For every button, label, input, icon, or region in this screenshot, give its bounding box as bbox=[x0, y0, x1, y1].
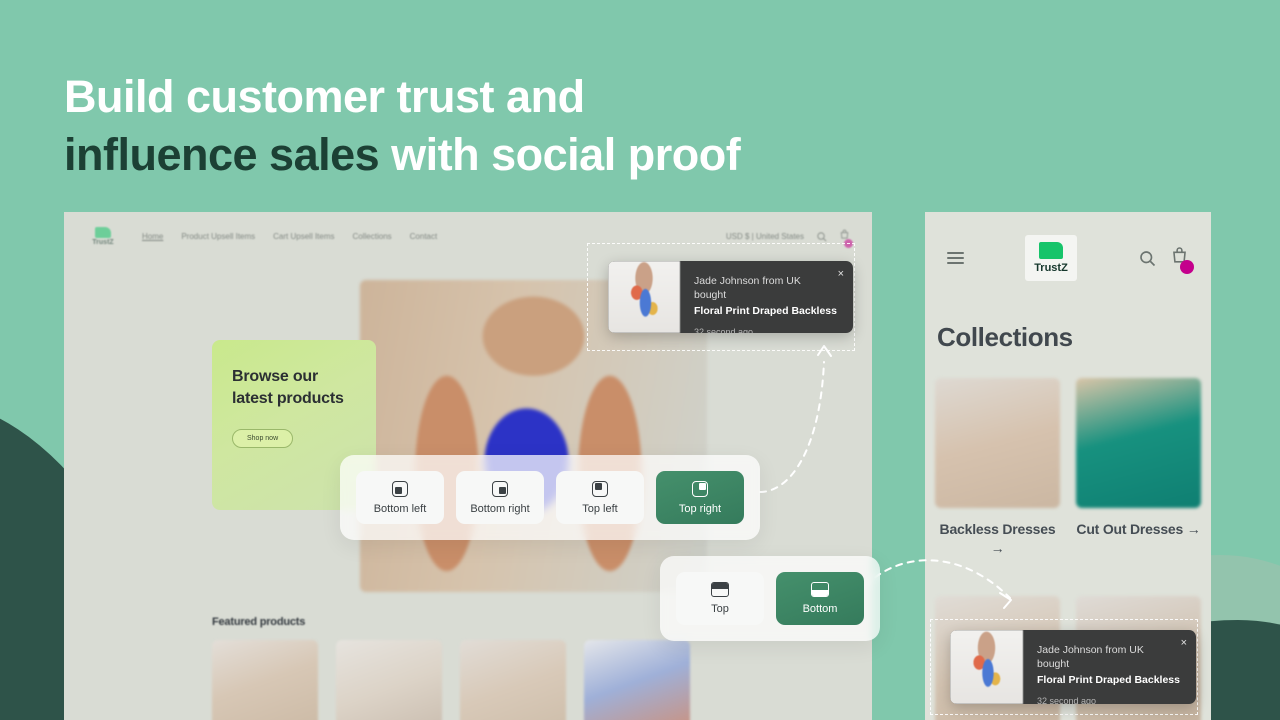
bar-top-icon bbox=[711, 582, 729, 597]
corner-bottom-left-icon bbox=[392, 480, 408, 497]
collection-name: Backless Dresses → bbox=[939, 521, 1056, 556]
collection-name: Cut Out Dresses → bbox=[1076, 521, 1201, 537]
position-option-label: Bottom right bbox=[470, 502, 530, 515]
nav-link-home[interactable]: Home bbox=[142, 232, 163, 241]
position-option-top-right[interactable]: Top right bbox=[656, 471, 744, 524]
bar-bottom-icon bbox=[811, 582, 829, 597]
nav-link-cart-upsell[interactable]: Cart Upsell Items bbox=[273, 232, 334, 241]
collection-card[interactable]: Cut Out Dresses → bbox=[1076, 378, 1201, 558]
position-option-top-left[interactable]: Top left bbox=[556, 471, 644, 524]
product-thumbnail[interactable] bbox=[584, 640, 690, 720]
search-icon[interactable] bbox=[1138, 249, 1156, 267]
vertical-position-picker: Top Bottom bbox=[660, 556, 880, 641]
close-icon[interactable]: × bbox=[838, 269, 844, 280]
search-icon[interactable] bbox=[816, 231, 827, 242]
social-proof-notification[interactable]: × Jade Johnson from UK bought Floral Pri… bbox=[608, 261, 853, 333]
collection-image bbox=[1076, 378, 1201, 508]
nav-link-contact[interactable]: Contact bbox=[410, 232, 438, 241]
cart-badge bbox=[1180, 260, 1194, 274]
collection-card[interactable]: Backless Dresses → bbox=[935, 378, 1060, 558]
hamburger-menu-icon[interactable] bbox=[947, 252, 964, 264]
store-logo[interactable]: TrustZ bbox=[86, 222, 120, 250]
notification-timestamp: 32 second ago bbox=[1037, 696, 1097, 704]
collection-image bbox=[935, 378, 1060, 508]
notification-placement-outline-mobile: × Jade Johnson from UK bought Floral Pri… bbox=[930, 619, 1198, 715]
notification-placement-outline-desktop: × Jade Johnson from UK bought Floral Pri… bbox=[587, 243, 855, 351]
product-thumbnail[interactable] bbox=[336, 640, 442, 720]
position-option-top[interactable]: Top bbox=[676, 572, 764, 625]
corner-bottom-right-icon bbox=[492, 480, 508, 497]
flag-icon bbox=[1039, 242, 1063, 259]
social-proof-notification[interactable]: × Jade Johnson from UK bought Floral Pri… bbox=[950, 630, 1196, 704]
position-option-label: Top right bbox=[678, 502, 722, 515]
notification-product-image bbox=[950, 630, 1024, 704]
position-option-label: Bottom bbox=[802, 603, 838, 615]
notification-buyer-line: Jade Johnson from UK bought bbox=[694, 275, 801, 302]
corner-top-right-icon bbox=[692, 480, 708, 497]
position-option-label: Top left bbox=[582, 502, 618, 515]
promo-title: Browse our latest products bbox=[232, 368, 344, 407]
promo-banner: Build customer trust and influence sales… bbox=[0, 0, 1280, 720]
mobile-store-logo-label: TrustZ bbox=[1034, 262, 1068, 274]
headline-rest: with social proof bbox=[379, 128, 741, 180]
collections-heading: Collections bbox=[937, 322, 1073, 352]
featured-products-row bbox=[212, 640, 690, 720]
position-option-bottom-right[interactable]: Bottom right bbox=[456, 471, 544, 524]
position-option-bottom[interactable]: Bottom bbox=[776, 572, 864, 625]
region-selector[interactable]: USD $ | United States bbox=[726, 232, 804, 241]
mobile-header: TrustZ bbox=[925, 228, 1211, 288]
corner-top-left-icon bbox=[592, 480, 608, 497]
notification-product-image bbox=[608, 261, 681, 333]
headline-line-1: Build customer trust and bbox=[64, 71, 585, 122]
page-title: Build customer trust and influence sales… bbox=[64, 68, 741, 184]
product-thumbnail[interactable] bbox=[212, 640, 318, 720]
notification-buyer-line: Jade Johnson from UK bought bbox=[1037, 644, 1144, 671]
notification-body: × Jade Johnson from UK bought Floral Pri… bbox=[680, 261, 853, 334]
position-option-label: Bottom left bbox=[373, 502, 427, 515]
position-option-label: Top bbox=[711, 603, 729, 615]
notification-product-name: Floral Print Draped Backless bbox=[1037, 674, 1180, 687]
headline-emphasis: influence sales bbox=[64, 128, 380, 180]
corner-position-picker: Bottom left Bottom right Top left Top ri… bbox=[340, 455, 760, 540]
mobile-header-right-group bbox=[1138, 246, 1194, 274]
nav-link-product-upsell[interactable]: Product Upsell Items bbox=[181, 232, 255, 241]
headline-line-2: influence sales with social proof bbox=[64, 126, 741, 184]
shop-now-button[interactable]: Shop now bbox=[232, 429, 294, 449]
collections-grid: Backless Dresses → Cut Out Dresses → bbox=[935, 378, 1201, 558]
close-icon[interactable]: × bbox=[1181, 638, 1187, 649]
notification-timestamp: 32 second ago bbox=[694, 327, 754, 333]
position-option-bottom-left[interactable]: Bottom left bbox=[356, 471, 444, 524]
flag-icon bbox=[95, 226, 111, 238]
nav-link-collections[interactable]: Collections bbox=[353, 232, 392, 241]
product-thumbnail[interactable] bbox=[460, 640, 566, 720]
mobile-store-logo[interactable]: TrustZ bbox=[1025, 235, 1077, 281]
notification-product-name: Floral Print Draped Backless bbox=[694, 305, 837, 318]
store-logo-label: TrustZ bbox=[92, 238, 114, 246]
featured-products-heading: Featured products bbox=[212, 616, 306, 628]
notification-body: × Jade Johnson from UK bought Floral Pri… bbox=[1023, 630, 1196, 705]
mobile-cart-button[interactable] bbox=[1170, 246, 1194, 274]
